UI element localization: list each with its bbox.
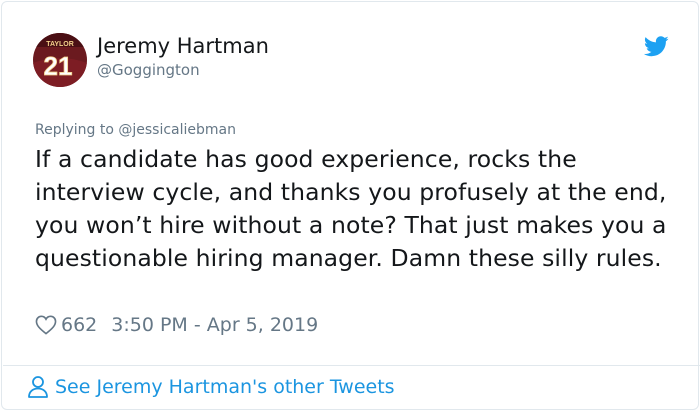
replying-to[interactable]: Replying to @jessicaliebman [35,121,236,140]
avatar[interactable]: TAYLOR 21 [33,33,87,87]
heart-icon[interactable] [35,315,57,335]
avatar-jersey-text: TAYLOR [46,41,74,48]
person-icon [28,376,48,398]
footer-divider [3,365,700,366]
tweet-timestamp[interactable]: 3:50 PM - Apr 5, 2019 [111,314,318,336]
tweet-text: If a candidate has good experience, rock… [35,145,667,272]
avatar-image: TAYLOR 21 [33,33,87,87]
twitter-bird-icon[interactable] [644,36,669,57]
see-other-tweets-link[interactable]: See Jeremy Hartman's other Tweets [27,375,395,399]
like-count[interactable]: 662 [61,314,97,336]
author-name[interactable]: Jeremy Hartman [97,33,269,59]
author-handle[interactable]: @Goggington [97,60,200,80]
embedded-tweet-card: TAYLOR 21 Jeremy Hartman @Goggington Rep… [1,1,700,410]
see-other-tweets-label: See Jeremy Hartman's other Tweets [55,376,395,398]
tweet-meta: 662 3:50 PM - Apr 5, 2019 [35,312,318,338]
avatar-jersey-number: 21 [44,51,73,81]
